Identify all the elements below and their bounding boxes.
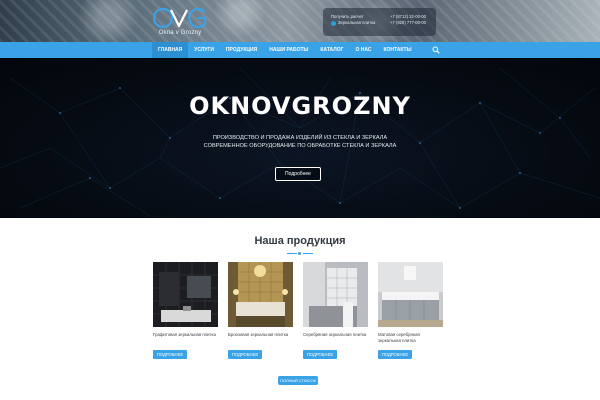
contact-box: Получить расчет Зеркальная плитка +7 (87… [323, 8, 436, 36]
product-image-silver[interactable] [303, 262, 368, 327]
hero-subtitle-1: ПРОИЗВОДСТВО И ПРОДАЖА ИЗДЕЛИЙ ИЗ СТЕКЛА… [212, 135, 388, 141]
hero-banner: OKNOVGROZNY ПРОИЗВОДСТВО И ПРОДАЖА ИЗДЕЛ… [0, 58, 600, 218]
nav-item-about[interactable]: О НАС [349, 42, 377, 58]
contact-phones: +7 (8712) 22-00-00 +7 (928) 777-00-00 [390, 14, 426, 26]
product-name: Графитовая зеркальная плитка [153, 332, 216, 337]
telegram-icon [331, 20, 336, 26]
telegram-link[interactable]: Зеркальная плитка [338, 20, 375, 26]
title-divider [287, 252, 313, 255]
product-name: Бронзовая зеркальная плитка [228, 332, 289, 337]
hero-subtitle-2: СОВРЕМЕННОЕ ОБОРУДОВАНИЕ ПО ОБРАБОТКЕ СТ… [203, 143, 397, 149]
logo-mark-icon [152, 7, 207, 29]
main-nav: ГЛАВНАЯ УСЛУГИ ПРОДУКЦИЯ НАШИ РАБОТЫ КАТ… [0, 42, 600, 58]
site-header: Okna v Grozny Получить расчет Зеркальная… [0, 0, 600, 42]
nav-item-services[interactable]: УСЛУГИ [188, 42, 220, 58]
hero-more-button[interactable]: Подробнее [275, 167, 321, 181]
nav-item-contacts[interactable]: КОНТАКТЫ [377, 42, 417, 58]
logo-subtitle: Okna v Grozny [158, 30, 202, 36]
phone-2[interactable]: +7 (928) 777-00-00 [390, 20, 426, 26]
product-more-button[interactable]: ПОДРОБНЕЕ [228, 350, 262, 359]
product-more-button[interactable]: ПОДРОБНЕЕ [303, 350, 337, 359]
nav-item-works[interactable]: НАШИ РАБОТЫ [263, 42, 314, 58]
site-logo[interactable]: Okna v Grozny [152, 6, 208, 38]
nav-item-products[interactable]: ПРОДУКЦИЯ [220, 42, 263, 58]
product-name: Матовая серебряная зеркальная плитка [378, 332, 420, 343]
full-list-button[interactable]: ПОЛНЫЙ СПИСОК [278, 376, 318, 385]
product-image-graphite[interactable] [153, 262, 218, 327]
search-icon[interactable] [432, 46, 440, 54]
products-title: Наша продукция [254, 235, 346, 247]
product-name: Серебряная зеркальная плитка [303, 332, 367, 337]
contact-left: Получить расчет Зеркальная плитка [331, 14, 375, 26]
product-more-button[interactable]: ПОДРОБНЕЕ [378, 350, 412, 359]
product-image-matte-silver[interactable] [378, 262, 443, 327]
product-image-bronze[interactable] [228, 262, 293, 327]
hero-title: OKNOVGROZNY [189, 92, 411, 120]
product-more-button[interactable]: ПОДРОБНЕЕ [153, 350, 187, 359]
nav-item-catalog[interactable]: КАТАЛОГ [314, 42, 349, 58]
nav-item-home[interactable]: ГЛАВНАЯ [152, 42, 189, 58]
